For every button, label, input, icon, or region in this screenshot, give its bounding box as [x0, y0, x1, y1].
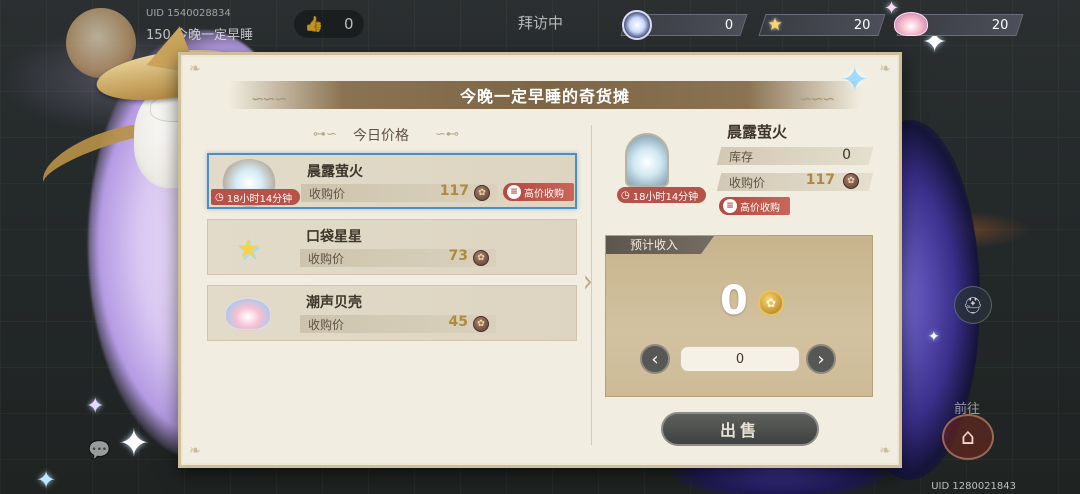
currency-star-value: 20: [854, 17, 871, 33]
visit-status: 拜访中: [518, 14, 564, 32]
detail-item-name: 晨露萤火: [727, 123, 788, 141]
today-prices-header: 今日价格: [353, 128, 409, 144]
stock-label: 库存: [729, 150, 754, 164]
shop-panel: ❧ ❧ ❧ ❧ ✦ 今晚一定早睡的奇货摊 ∽∽∽ ∽∽∽ ⊶∽ 今日价格 ∽⊷ …: [178, 52, 902, 468]
item-name: 口袋星星: [306, 229, 362, 245]
coin-icon: ✿: [473, 316, 489, 332]
quantity-field[interactable]: 0: [680, 346, 800, 372]
tide-shell-icon: [220, 290, 276, 338]
price-label: 收购价: [308, 318, 345, 332]
currency-orb-value: 0: [724, 17, 733, 33]
detail-timer-text: 18小时14分钟: [632, 191, 699, 203]
chevron-right-icon: ›: [583, 262, 593, 300]
item-name: 潮声贝壳: [306, 295, 362, 311]
shell-icon: [894, 12, 928, 36]
coin-icon: ✿: [473, 250, 489, 266]
detail-price-label: 收购价: [729, 176, 766, 190]
sparkle-icon: ✦: [118, 421, 150, 465]
like-button[interactable]: 👍 0: [294, 10, 364, 38]
corner-ornament: ❧: [879, 61, 891, 77]
header-flourish-right: ∽⊷: [435, 127, 459, 142]
corner-ornament: ❧: [879, 443, 891, 459]
title-flourish-right: ∽∽∽: [799, 89, 835, 108]
high-price-tag: ≡ 高价收购: [503, 183, 574, 201]
coin-stack-icon: ≡: [507, 185, 521, 199]
item-row-pocket-star[interactable]: ★ 口袋星星 收购价 73 ✿: [207, 219, 577, 275]
increase-button[interactable]: ›: [806, 344, 836, 374]
gold-coin-icon: ✿: [758, 290, 784, 316]
item-name: 晨露萤火: [307, 164, 363, 180]
stock-value: 0: [842, 147, 851, 163]
chevron-left-icon: ‹: [651, 348, 659, 370]
pocket-star-icon: ★: [235, 231, 261, 265]
chevron-right-icon: ›: [817, 348, 825, 370]
corner-ornament: ❧: [189, 61, 201, 77]
coin-icon: ✿: [843, 173, 859, 189]
currency-shell-value: 20: [992, 17, 1009, 33]
item-timer: ◷ 18小时14分钟: [211, 189, 301, 205]
panel-title-bar: 今晚一定早睡的奇货摊: [229, 81, 861, 109]
sparkle-icon: ✦: [86, 394, 105, 419]
item-timer-text: 18小时14分钟: [226, 193, 293, 205]
price-label: 收购价: [308, 252, 345, 266]
sparkle-icon: ✦: [928, 329, 940, 345]
decrease-button[interactable]: ‹: [640, 344, 670, 374]
helmet-icon[interactable]: ⛑: [954, 286, 992, 324]
income-box: 预计收入 0 ✿ ‹ 0 ›: [605, 235, 873, 397]
like-count: 0: [344, 15, 354, 33]
glass-dome-icon: [625, 133, 669, 187]
sell-button[interactable]: 出售: [661, 412, 819, 446]
host-uid: UID 1280021843: [931, 481, 1016, 492]
sparkle-icon: ✦: [36, 466, 57, 494]
detail-timer: ◷ 18小时14分钟: [617, 187, 707, 203]
planet-orb-icon: [622, 10, 652, 40]
goto-button[interactable]: ⌂: [942, 414, 994, 460]
detail-price-value: 117: [805, 172, 835, 188]
corner-ornament: ❧: [189, 443, 201, 459]
income-value: 0: [720, 278, 748, 324]
item-price: 45: [448, 314, 468, 330]
clock-icon: ◷: [215, 191, 224, 203]
clock-icon: ◷: [621, 189, 630, 201]
high-price-text: 高价收购: [524, 188, 564, 200]
sparkle-icon: ✦: [884, 0, 900, 19]
player-uid: UID 1540028834: [146, 8, 231, 19]
title-flourish-left: ∽∽∽: [251, 89, 287, 108]
chat-icon[interactable]: 💬: [88, 440, 118, 466]
shop-icon: ⌂: [961, 424, 975, 450]
star-icon: ★: [767, 15, 783, 35]
price-label: 收购价: [309, 187, 346, 201]
income-label: 预计收入: [606, 236, 714, 254]
coin-stack-icon: ≡: [723, 199, 737, 213]
item-row-dew-firefly[interactable]: ◷ 18小时14分钟 晨露萤火 收购价 117 ✿ ≡ 高价收购: [207, 153, 577, 209]
item-row-tide-shell[interactable]: 潮声贝壳 收购价 45 ✿: [207, 285, 577, 341]
thumbs-up-icon: 👍: [304, 15, 324, 33]
item-price: 117: [439, 183, 469, 199]
shop-title: 今晚一定早睡的奇货摊: [459, 87, 630, 106]
item-price: 73: [448, 248, 468, 264]
high-price-text: 高价收购: [740, 202, 780, 214]
detail-high-price-tag: ≡ 高价收购: [719, 197, 790, 215]
coin-icon: ✿: [474, 185, 490, 201]
